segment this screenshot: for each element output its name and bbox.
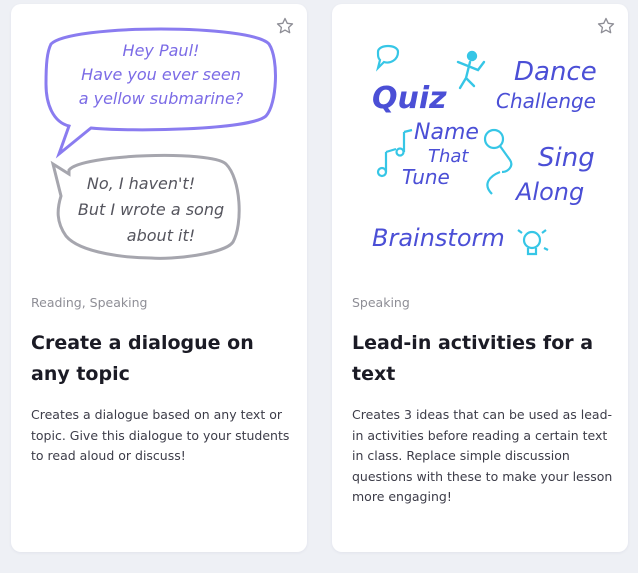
word-challenge: Challenge	[496, 89, 596, 113]
card-category: Speaking	[352, 295, 410, 310]
star-outline-icon[interactable]	[596, 16, 616, 36]
bubble1-line1: Hey Paul!	[123, 41, 200, 60]
activity-card-lead-in[interactable]: Quiz Dance Challenge Name That Tune Sing…	[332, 4, 628, 552]
word-sing: Sing	[538, 143, 595, 173]
bubble2-line1: No, I haven't!	[87, 174, 195, 193]
word-quiz: Quiz	[372, 81, 447, 116]
word-name: Name	[414, 120, 479, 145]
bubble2-line2: But I wrote a song	[78, 200, 224, 219]
word-that: That	[428, 146, 469, 167]
word-brainstorm: Brainstorm	[372, 224, 505, 252]
bubble2-line3: about it!	[127, 226, 195, 245]
microphone-icon	[483, 128, 513, 195]
card-description: Creates 3 ideas that can be used as lead…	[352, 407, 613, 504]
card-category: Reading, Speaking	[31, 295, 148, 310]
word-along: Along	[514, 178, 584, 206]
lightbulb-icon	[517, 229, 549, 256]
bubble1-line3: a yellow submarine?	[79, 89, 244, 108]
card-description: Creates a dialogue based on any text or …	[31, 407, 290, 463]
card-title[interactable]: Lead-in activities for a text	[352, 328, 612, 390]
dancer-icon	[456, 50, 486, 90]
activity-card-dialogue[interactable]: Hey Paul! Have you ever seen a yellow su…	[11, 4, 307, 552]
star-outline-icon[interactable]	[275, 16, 295, 36]
lead-in-illustration: Quiz Dance Challenge Name That Tune Sing…	[372, 44, 597, 256]
word-tune: Tune	[402, 165, 450, 189]
chat-bubble-icon	[375, 44, 400, 72]
dialogue-illustration: Hey Paul! Have you ever seen a yellow su…	[44, 27, 277, 260]
word-dance: Dance	[514, 57, 597, 87]
bubble1-line2: Have you ever seen	[81, 65, 241, 84]
card-title[interactable]: Create a dialogue on any topic	[31, 328, 291, 390]
